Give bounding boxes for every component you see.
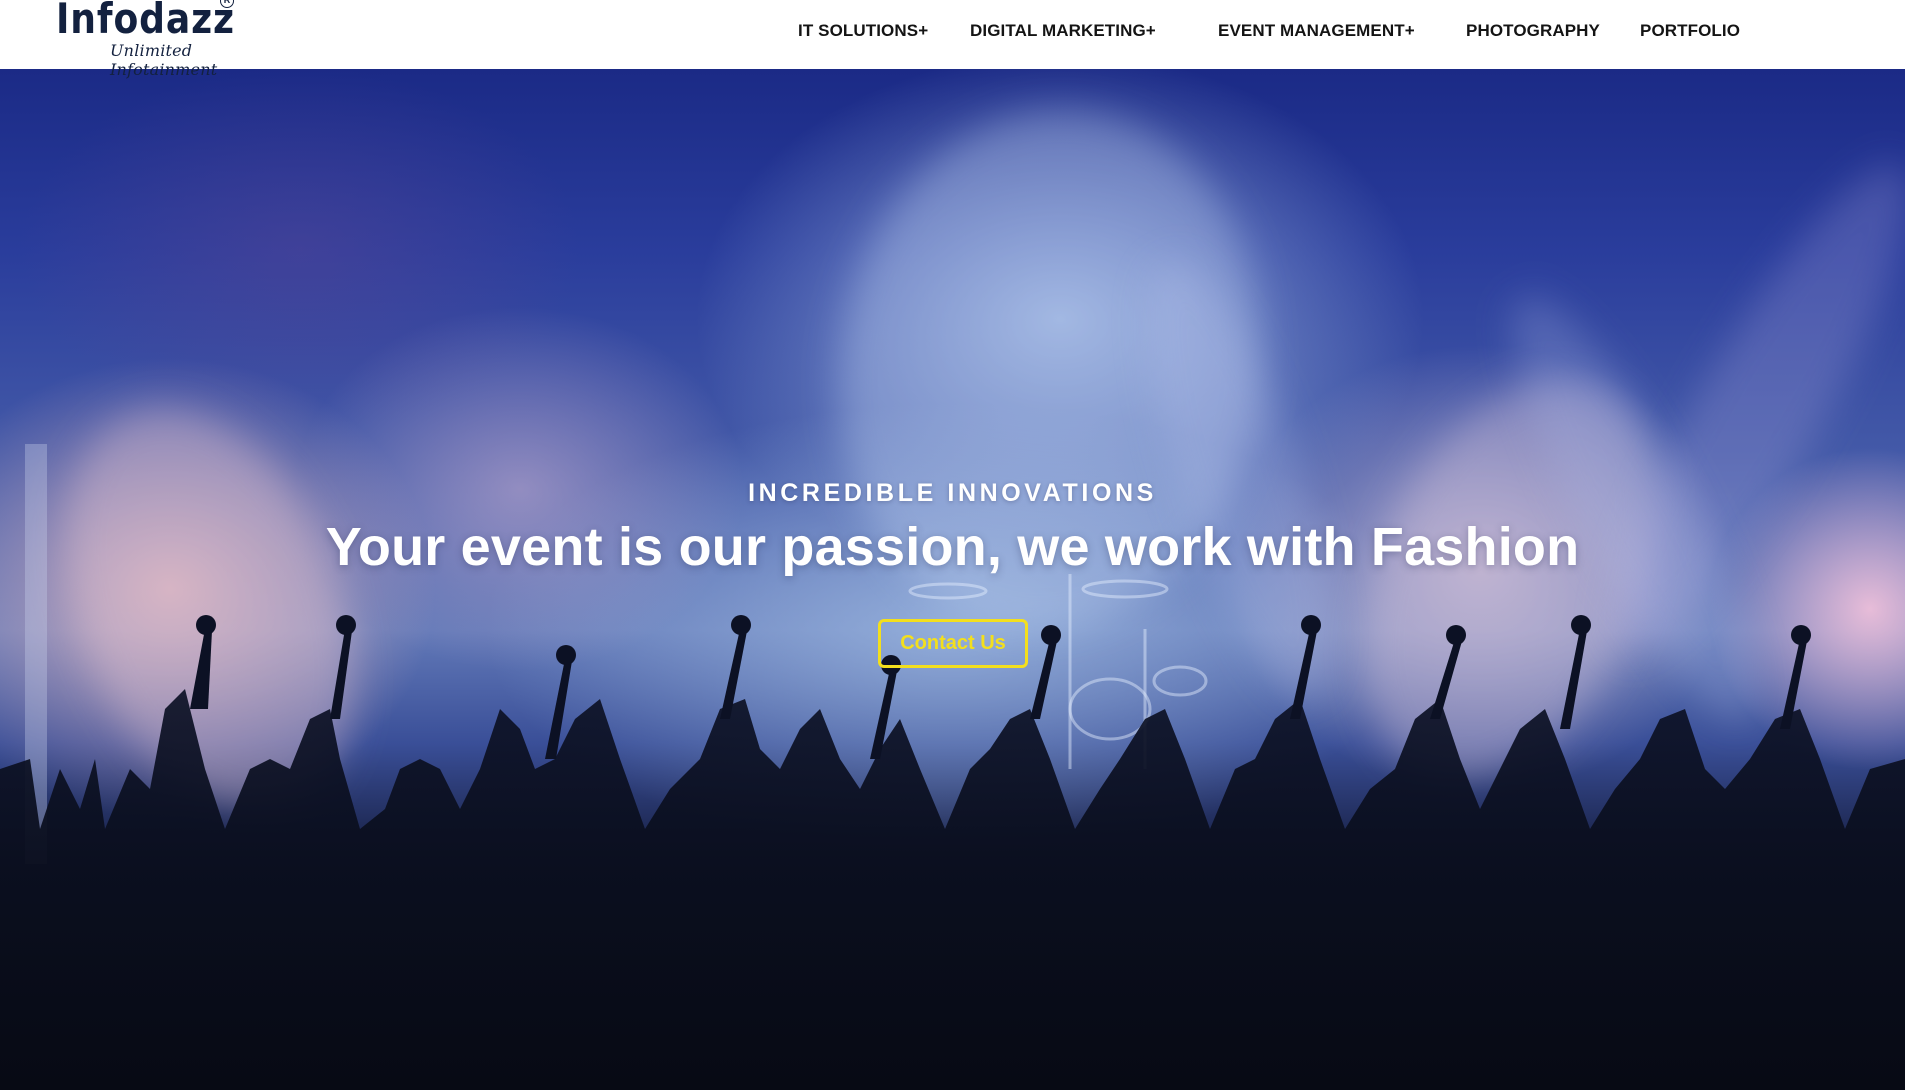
hero-kicker: INCREDIBLE INNOVATIONS bbox=[748, 479, 1157, 507]
nav-item-digital-marketing[interactable]: DIGITAL MARKETING+ bbox=[970, 21, 1156, 41]
crowd-silhouette-image bbox=[0, 444, 1905, 1090]
nav-item-photography[interactable]: PHOTOGRAPHY bbox=[1466, 21, 1600, 41]
main-nav: IT SOLUTIONS+ DIGITAL MARKETING+ EVENT M… bbox=[0, 0, 1905, 69]
nav-item-event-management[interactable]: EVENT MANAGEMENT+ bbox=[1218, 21, 1415, 41]
hero-headline: Your event is our passion, we work with … bbox=[325, 517, 1580, 577]
site-header: Infodazz R Unlimited Infotainment IT SOL… bbox=[0, 0, 1905, 79]
contact-us-button[interactable]: Contact Us bbox=[878, 619, 1028, 668]
nav-item-it-solutions[interactable]: IT SOLUTIONS+ bbox=[798, 21, 928, 41]
hero-banner: INCREDIBLE INNOVATIONS Your event is our… bbox=[0, 69, 1905, 1090]
nav-item-portfolio[interactable]: PORTFOLIO bbox=[1640, 21, 1740, 41]
